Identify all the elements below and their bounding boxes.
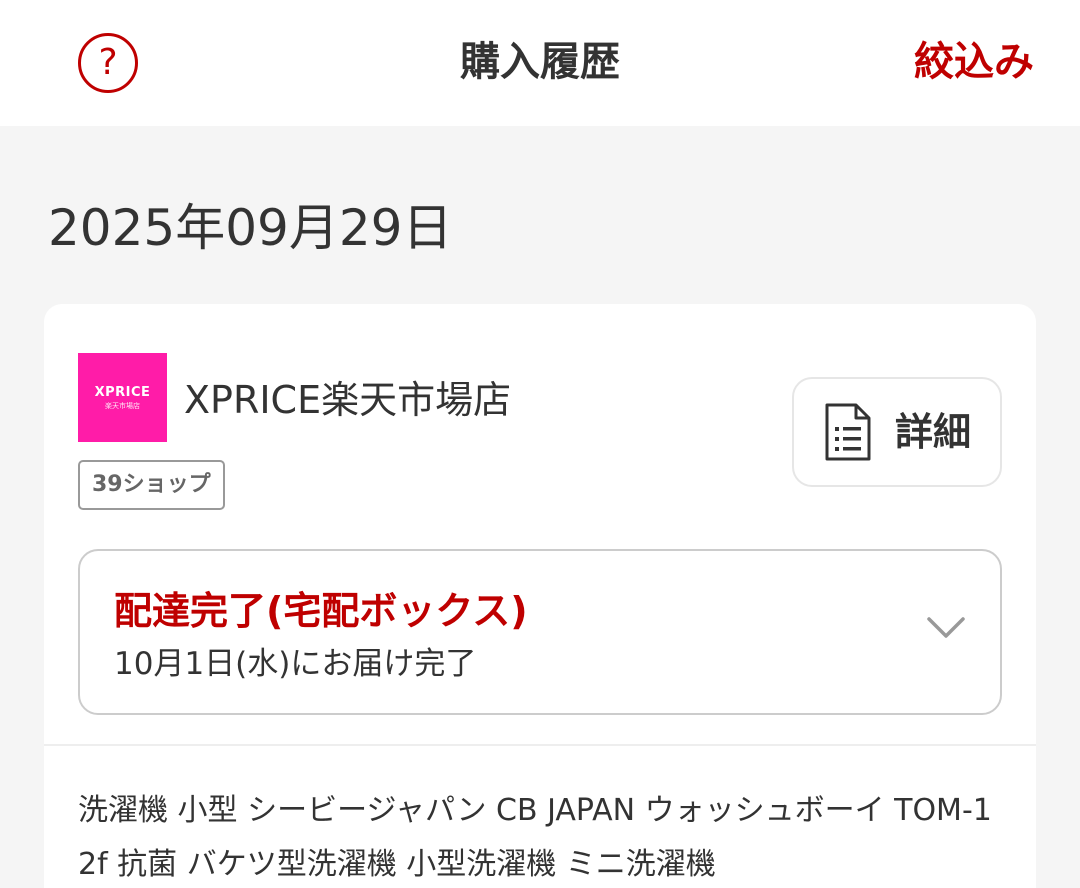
card-divider <box>44 744 1036 746</box>
shop-logo[interactable]: XPRICE 楽天市場店 <box>78 353 167 442</box>
order-date-heading: 2025年09月29日 <box>48 199 453 257</box>
delivery-status-dropdown[interactable]: 配達完了(宅配ボックス) 10月1日(水)にお届け完了 <box>78 549 1002 715</box>
shop-badge: 39ショップ <box>78 460 225 510</box>
purchase-history-page: ? 購入履歴 絞込み 2025年09月29日 XPRICE 楽天市場店 XPRI… <box>0 0 1080 888</box>
app-header: ? 購入履歴 絞込み <box>0 0 1080 126</box>
delivery-status-title: 配達完了(宅配ボックス) <box>114 589 528 633</box>
order-detail-label: 詳細 <box>894 410 971 454</box>
shop-logo-text: XPRICE <box>94 384 151 400</box>
shop-name-link[interactable]: XPRICE楽天市場店 <box>184 376 511 424</box>
delivery-status-subtitle: 10月1日(水)にお届け完了 <box>114 646 477 682</box>
order-detail-button[interactable]: 詳細 <box>792 377 1002 487</box>
filter-button[interactable]: 絞込み <box>914 36 1034 88</box>
shop-logo-subtext: 楽天市場店 <box>105 401 140 410</box>
chevron-down-icon <box>927 617 965 638</box>
document-icon <box>825 403 871 461</box>
product-name-link[interactable]: 洗濯機 小型 シービージャパン CB JAPAN ウォッシュボーイ TOM-12… <box>78 784 1008 888</box>
order-card: XPRICE 楽天市場店 XPRICE楽天市場店 39ショップ 詳細 配達完了(… <box>44 304 1036 888</box>
